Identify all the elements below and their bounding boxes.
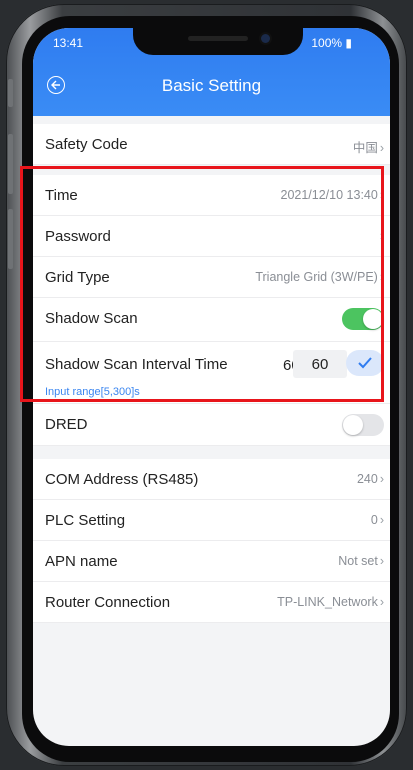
checkmark-icon [358,357,372,369]
volume-down-button [8,209,13,269]
shadow-scan-row: Shadow Scan [33,298,390,342]
plc-setting-row[interactable]: PLC Setting 0 › [33,500,390,541]
time-value-wrap: 2021/12/10 13:40 › [281,188,385,202]
router-connection-label: Router Connection [45,594,171,611]
safety-code-value: 中国 [352,141,378,155]
status-time: 13:41 [53,36,84,50]
page-title: Basic Setting [161,76,262,95]
shadow-scan-interval-row: Shadow Scan Interval Time 60 Input range… [33,342,390,404]
password-row[interactable]: Password › [33,216,390,257]
front-camera [261,34,270,43]
safety-code-row[interactable]: Safety Code 中国 › [33,124,390,165]
volume-up-button [8,134,13,194]
com-address-value-wrap: 240 › [357,472,384,486]
time-value: 2021/12/10 13:40 [280,188,378,202]
battery-level: 100% [311,36,343,50]
dred-row: DRED [33,404,390,446]
battery-icon: ▮ [345,36,352,50]
plc-setting-label: PLC Setting [45,512,126,529]
chevron-right-icon: › [379,188,384,202]
shadow-scan-interval-input[interactable] [293,350,347,378]
router-connection-value: TP-LINK_Network [277,595,378,609]
notch [133,28,303,55]
com-address-row[interactable]: COM Address (RS485) 240 › [33,459,390,500]
toggle-knob [343,415,363,435]
settings-list: Safety Code 中国 › Time 2021/12/10 13:40 › P… [33,124,390,623]
input-range-hint: Input range[5,300]s [45,386,140,398]
apn-name-label: APN name [45,553,118,570]
app-screen: 13:41 100% ▮ Basic Setting Safety Code 中… [33,28,390,746]
confirm-button[interactable] [346,350,384,376]
apn-name-row[interactable]: APN name Not set › [33,541,390,582]
time-row[interactable]: Time 2021/12/10 13:40 › [33,175,390,216]
dred-label: DRED [45,416,88,433]
chevron-right-icon: › [379,141,384,155]
grid-type-label: Grid Type [45,269,110,286]
safety-code-label: Safety Code [45,136,128,153]
plc-setting-value: 0 [370,513,378,527]
com-address-value: 240 [356,472,378,486]
chevron-right-icon: › [379,270,384,284]
apn-name-value: Not set [338,554,378,568]
speaker-grille [188,36,248,41]
chevron-right-icon: › [379,554,384,568]
shadow-scan-label: Shadow Scan [45,310,138,327]
chevron-right-icon: › [379,229,384,243]
chevron-right-icon: › [379,595,384,609]
plc-setting-value-wrap: 0 › [371,513,384,527]
shadow-scan-toggle[interactable] [342,308,384,330]
com-address-label: COM Address (RS485) [45,471,199,488]
dred-toggle[interactable] [342,414,384,436]
battery-indicator: 100% ▮ [311,36,352,50]
time-label: Time [45,187,78,204]
password-chevron-wrap: › [378,229,384,243]
shadow-scan-interval-label: Shadow Scan Interval Time [45,356,228,373]
grid-type-value-wrap: Triangle Grid (3W/PE) › [255,270,384,284]
password-label: Password [45,228,111,245]
apn-name-value-wrap: Not set › [338,554,384,568]
router-connection-value-wrap: TP-LINK_Network › [277,595,384,609]
grid-type-row[interactable]: Grid Type Triangle Grid (3W/PE) › [33,257,390,298]
mute-switch [8,79,13,107]
chevron-right-icon: › [379,513,384,527]
router-connection-row[interactable]: Router Connection TP-LINK_Network › [33,582,390,623]
grid-type-value: Triangle Grid (3W/PE) [255,270,378,284]
chevron-right-icon: › [379,472,384,486]
safety-code-value-wrap: 中国 › [353,137,384,156]
toggle-knob [363,309,383,329]
